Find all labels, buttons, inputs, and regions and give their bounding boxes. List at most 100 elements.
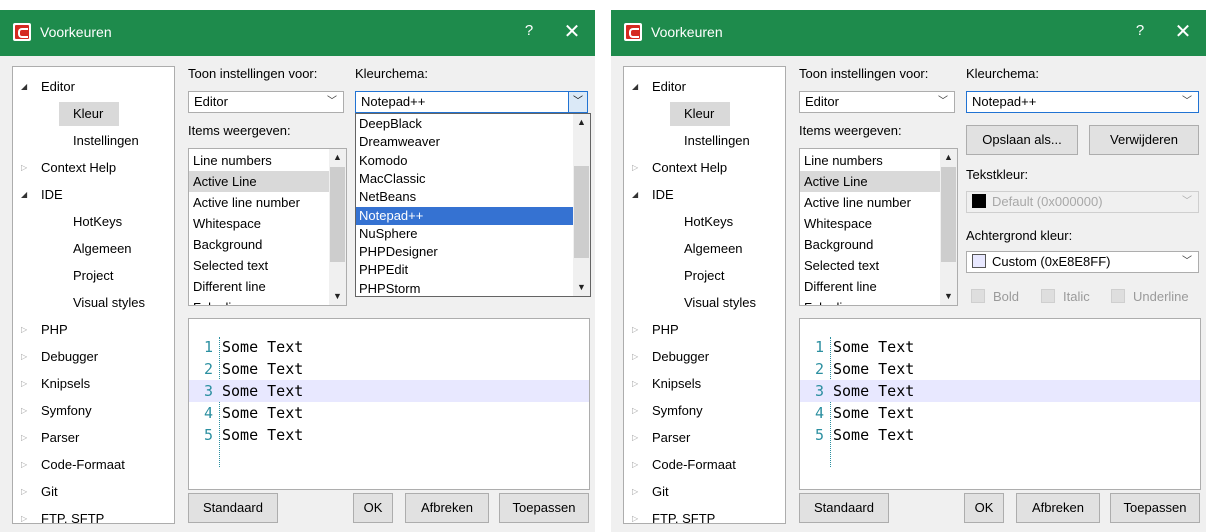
expand-arrow-icon[interactable]: ▷ [21, 507, 33, 523]
tree-item[interactable]: Algemeen [59, 237, 132, 261]
tree-item[interactable]: ▷ Parser [632, 426, 690, 450]
scroll-up-icon[interactable]: ▲ [329, 149, 346, 166]
expand-arrow-icon[interactable]: ▷ [21, 453, 33, 477]
list-item[interactable]: Selected text [800, 255, 941, 276]
dropdown-option[interactable]: MacClassic [356, 170, 573, 188]
list-item[interactable]: Line numbers [800, 150, 941, 171]
scroll-up-icon[interactable]: ▲ [573, 114, 590, 131]
tree-item[interactable]: ▷ Knipsels [632, 372, 701, 396]
scroll-down-icon[interactable]: ▼ [940, 288, 957, 305]
tree-item[interactable]: ▷ Symfony [632, 399, 703, 423]
list-item[interactable]: Whitespace [189, 213, 330, 234]
list-item[interactable]: Active line number [800, 192, 941, 213]
color-scheme-select[interactable]: Notepad++ ﹀ [355, 91, 588, 113]
tree-item[interactable]: HotKeys [670, 210, 733, 234]
tree-item[interactable]: ◢ Editor [632, 75, 686, 99]
expand-arrow-icon[interactable]: ▷ [632, 399, 644, 423]
close-button[interactable]: ✕ [557, 19, 587, 44]
tree-item[interactable]: ▷ Knipsels [21, 372, 90, 396]
collapse-arrow-icon[interactable]: ◢ [21, 75, 33, 99]
scroll-down-icon[interactable]: ▼ [329, 288, 346, 305]
default-button[interactable]: Standaard [799, 493, 889, 523]
tree-item[interactable]: ▷ Debugger [632, 345, 709, 369]
help-button[interactable]: ? [1130, 22, 1150, 39]
items-listbox[interactable]: Fake lineDifferent lineSelected textBack… [799, 148, 958, 306]
tree-item[interactable]: ▷ PHP [21, 318, 68, 342]
expand-arrow-icon[interactable]: ▷ [21, 399, 33, 423]
scroll-up-icon[interactable]: ▲ [940, 149, 957, 166]
list-item[interactable]: Different line [800, 276, 941, 297]
items-listbox[interactable]: Fake lineDifferent lineSelected textBack… [188, 148, 347, 306]
list-item[interactable]: Line numbers [189, 150, 330, 171]
apply-button[interactable]: Toepassen [1110, 493, 1200, 523]
cancel-button[interactable]: Afbreken [405, 493, 489, 523]
expand-arrow-icon[interactable]: ▷ [632, 345, 644, 369]
help-button[interactable]: ? [519, 22, 539, 39]
scroll-thumb[interactable] [574, 166, 589, 258]
list-item[interactable]: Active line number [189, 192, 330, 213]
expand-arrow-icon[interactable]: ▷ [632, 480, 644, 504]
checkbox-box[interactable] [971, 289, 985, 303]
underline-checkbox[interactable]: Underline [1111, 289, 1189, 304]
expand-arrow-icon[interactable]: ▷ [632, 372, 644, 396]
items-scrollbar[interactable]: ▲ ▼ [940, 149, 957, 305]
apply-button[interactable]: Toepassen [499, 493, 589, 523]
list-item[interactable]: Background [800, 234, 941, 255]
dropdown-option[interactable]: Notepad++ [356, 206, 573, 225]
dropdown-option[interactable]: PHPStorm [356, 280, 573, 296]
bold-checkbox[interactable]: Bold [971, 289, 1019, 304]
tree-item[interactable]: Visual styles [59, 291, 145, 315]
delete-button[interactable]: Verwijderen [1089, 125, 1199, 155]
expand-arrow-icon[interactable]: ▷ [21, 156, 33, 180]
default-button[interactable]: Standaard [188, 493, 278, 523]
tree-item[interactable]: ▷ Context Help [632, 156, 727, 180]
background-color-select[interactable]: Custom (0xE8E8FF) ﹀ [966, 251, 1199, 273]
tree-item[interactable]: ▷ Git [21, 480, 58, 504]
tree-item[interactable]: HotKeys [59, 210, 122, 234]
expand-arrow-icon[interactable]: ▷ [632, 453, 644, 477]
list-item[interactable]: Fake line [800, 297, 941, 305]
dropdown-option[interactable]: DeepBlack [356, 115, 573, 133]
checkbox-box[interactable] [1041, 289, 1055, 303]
tree-item[interactable]: Kleur [670, 102, 730, 126]
tree-item[interactable]: ◢ IDE [632, 183, 674, 207]
tree-item[interactable]: ▷ Code-Formaat [632, 453, 736, 477]
save-as-button[interactable]: Opslaan als... [966, 125, 1078, 155]
expand-arrow-icon[interactable]: ▷ [21, 372, 33, 396]
items-scrollbar[interactable]: ▲ ▼ [329, 149, 346, 305]
tree-item[interactable]: ◢ IDE [21, 183, 63, 207]
tree-item[interactable]: ▷ Symfony [21, 399, 92, 423]
color-scheme-dropdown[interactable]: PHPStorm PHPEdit PHPDesigner NuSphere Notepa… [355, 113, 591, 297]
tree-item[interactable]: Visual styles [670, 291, 756, 315]
dropdown-option[interactable]: PHPDesigner [356, 243, 573, 261]
ok-button[interactable]: OK [353, 493, 393, 523]
dropdown-option[interactable]: NuSphere [356, 225, 573, 243]
tree-item[interactable]: Instellingen [670, 129, 750, 153]
expand-arrow-icon[interactable]: ▷ [632, 507, 644, 523]
ok-button[interactable]: OK [964, 493, 1004, 523]
list-item[interactable]: Background [189, 234, 330, 255]
dropdown-scrollbar[interactable]: ▲ ▼ [573, 114, 590, 296]
tree-item[interactable]: ▷ Git [632, 480, 669, 504]
text-color-select[interactable]: Default (0x000000) ﹀ [966, 191, 1199, 213]
scroll-thumb[interactable] [941, 167, 956, 262]
tree-item[interactable]: Project [59, 264, 113, 288]
expand-arrow-icon[interactable]: ▷ [21, 480, 33, 504]
dropdown-option[interactable]: Dreamweaver [356, 133, 573, 151]
tree-item[interactable]: Algemeen [670, 237, 743, 261]
tree-item[interactable]: ▷ Code-Formaat [21, 453, 125, 477]
expand-arrow-icon[interactable]: ▷ [632, 426, 644, 450]
scroll-down-icon[interactable]: ▼ [573, 279, 590, 296]
tree-item[interactable]: Project [670, 264, 724, 288]
tree-item[interactable]: ▷ Debugger [21, 345, 98, 369]
scroll-thumb[interactable] [330, 167, 345, 262]
tree-item[interactable]: ▷ FTP, SFTP [21, 507, 104, 523]
tree-item[interactable]: ▷ PHP [632, 318, 679, 342]
collapse-arrow-icon[interactable]: ◢ [632, 75, 644, 99]
tree-item[interactable]: ▷ Context Help [21, 156, 116, 180]
list-item[interactable]: Whitespace [800, 213, 941, 234]
italic-checkbox[interactable]: Italic [1041, 289, 1090, 304]
list-item[interactable]: Different line [189, 276, 330, 297]
list-item[interactable]: Active Line [800, 171, 941, 192]
collapse-arrow-icon[interactable]: ◢ [632, 183, 644, 207]
